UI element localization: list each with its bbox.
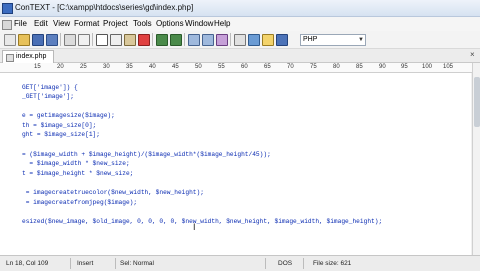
menu-edit[interactable]: Edit <box>34 19 48 28</box>
ruler-label: 90 <box>379 64 386 70</box>
ruler: 15 20 25 30 35 40 45 50 55 60 65 70 75 8… <box>0 63 472 73</box>
status-separator <box>265 258 266 269</box>
toolbar-separator <box>184 33 185 46</box>
menu-view[interactable]: View <box>53 19 70 28</box>
chevron-down-icon: ▼ <box>358 37 364 43</box>
ruler-label: 25 <box>80 64 87 70</box>
ruler-label: 60 <box>241 64 248 70</box>
word-wrap-icon[interactable] <box>234 34 246 46</box>
ruler-label: 55 <box>218 64 225 70</box>
document-icon <box>2 20 12 30</box>
code-line: = $image_width * $new_size; <box>22 160 130 167</box>
line-ending-format: DOS <box>278 260 293 267</box>
tab-label: index.php <box>16 53 47 60</box>
vertical-scrollbar[interactable] <box>472 63 480 255</box>
save-icon[interactable] <box>32 34 44 46</box>
tab-index-php[interactable]: index.php <box>2 50 54 63</box>
find-next-icon[interactable] <box>202 34 214 46</box>
code-line: = imagecreatefromjpeg($image); <box>22 199 138 206</box>
text-cursor-icon: I <box>193 222 196 232</box>
cursor-position: Ln 18, Col 109 <box>6 260 49 267</box>
php-file-icon <box>6 54 14 62</box>
ruler-label: 75 <box>310 64 317 70</box>
ruler-label: 100 <box>422 64 433 70</box>
cut-icon[interactable] <box>96 34 108 46</box>
code-line: th = $image_size[0]; <box>22 122 97 129</box>
ruler-label: 70 <box>287 64 294 70</box>
save-all-icon[interactable] <box>46 34 58 46</box>
menu-format[interactable]: Format <box>74 19 99 28</box>
ruler-label: 15 <box>34 64 41 70</box>
code-line: GET['image']) { <box>22 84 78 91</box>
language-select[interactable]: PHP ▼ <box>300 34 366 46</box>
code-line: ght = $image_size[1]; <box>22 131 100 138</box>
ruler-label: 40 <box>149 64 156 70</box>
code-line: = ($image_width + $image_height)/($image… <box>22 151 271 158</box>
find-icon[interactable] <box>188 34 200 46</box>
file-size: File size: 621 <box>313 260 352 267</box>
code-editor[interactable]: GET['image']) { _GET['image']; e = getim… <box>0 73 471 255</box>
delete-icon[interactable] <box>138 34 150 46</box>
tab-bar: index.php × <box>0 49 480 63</box>
menu-file[interactable]: File <box>14 19 27 28</box>
print-icon[interactable] <box>64 34 76 46</box>
replace-icon[interactable] <box>216 34 228 46</box>
window-title: ConTEXT - [C:\xampp\htdocs\series\gd\ind… <box>15 3 194 12</box>
title-bar: ConTEXT - [C:\xampp\htdocs\series\gd\ind… <box>0 0 480 17</box>
indent-icon[interactable] <box>248 34 260 46</box>
menu-window[interactable]: Window <box>185 19 213 28</box>
toolbar-separator <box>152 33 153 46</box>
ruler-label: 95 <box>401 64 408 70</box>
code-line: = imagecreatetruecolor($new_width, $new_… <box>22 189 204 196</box>
toolbar: PHP ▼ <box>0 31 480 49</box>
ruler-label: 20 <box>57 64 64 70</box>
selection-mode: Sel: Normal <box>120 260 154 267</box>
ruler-label: 45 <box>172 64 179 70</box>
highlight-icon[interactable] <box>262 34 274 46</box>
toolbar-separator <box>230 33 231 46</box>
toolbar-separator <box>60 33 61 46</box>
ruler-label: 30 <box>103 64 110 70</box>
code-line: e = getimagesize($image); <box>22 112 115 119</box>
menu-bar: File Edit View Format Project Tools Opti… <box>0 17 480 31</box>
ruler-label: 50 <box>195 64 202 70</box>
open-folder-icon[interactable] <box>18 34 30 46</box>
ruler-label: 85 <box>356 64 363 70</box>
code-line: t = $image_height * $new_size; <box>22 170 134 177</box>
menu-tools[interactable]: Tools <box>133 19 152 28</box>
toolbar-separator <box>92 33 93 46</box>
copy-icon[interactable] <box>110 34 122 46</box>
language-select-value: PHP <box>303 36 318 43</box>
print-preview-icon[interactable] <box>78 34 90 46</box>
edit-mode: Insert <box>77 260 94 267</box>
code-line: esized($new_image, $old_image, 0, 0, 0, … <box>22 218 383 225</box>
paste-icon[interactable] <box>124 34 136 46</box>
status-separator <box>70 258 71 269</box>
redo-icon[interactable] <box>170 34 182 46</box>
status-separator <box>303 258 304 269</box>
status-separator <box>115 258 116 269</box>
menu-project[interactable]: Project <box>103 19 128 28</box>
ruler-label: 65 <box>264 64 271 70</box>
scrollbar-thumb[interactable] <box>474 77 480 127</box>
menu-options[interactable]: Options <box>156 19 184 28</box>
ruler-label: 35 <box>126 64 133 70</box>
new-file-icon[interactable] <box>4 34 16 46</box>
undo-icon[interactable] <box>156 34 168 46</box>
menu-help[interactable]: Help <box>214 19 230 28</box>
ruler-label: 105 <box>443 64 454 70</box>
ruler-label: 80 <box>333 64 340 70</box>
app-icon <box>2 3 13 14</box>
status-bar: Ln 18, Col 109 Insert Sel: Normal DOS Fi… <box>0 255 480 271</box>
code-line: _GET['image']; <box>22 93 74 100</box>
close-icon[interactable]: × <box>470 50 475 59</box>
help-icon[interactable] <box>276 34 288 46</box>
